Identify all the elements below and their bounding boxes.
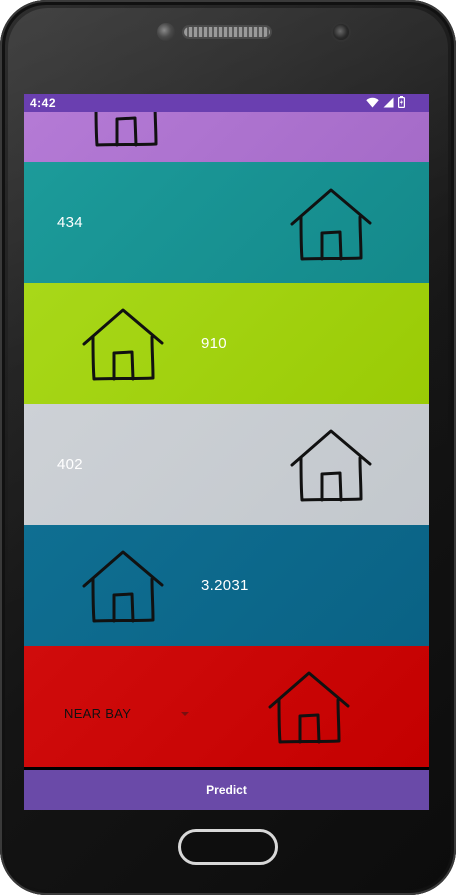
status-bar: 4:42 (24, 94, 429, 112)
battery-charging-icon (398, 96, 405, 108)
list-item: 434 (24, 162, 429, 283)
list-item: 402 (24, 404, 429, 525)
list-item: NEAR BAY (24, 646, 429, 767)
proximity-sensor (333, 24, 349, 40)
phone-screen: 4:42 434 910 402 3.2031 NEAR BAY Predict (24, 94, 429, 810)
list-item: 910 (24, 283, 429, 404)
scroll-inner: 434 910 402 3.2031 NEAR BAY (24, 112, 429, 767)
earpiece-speaker (184, 27, 270, 37)
value-text: 3.2031 (201, 577, 249, 594)
ocean-proximity-dropdown[interactable]: NEAR BAY (64, 703, 194, 725)
dropdown-selected-value: NEAR BAY (64, 706, 132, 721)
phone-frame: 4:42 434 910 402 3.2031 NEAR BAY Predict (0, 0, 456, 895)
home-button[interactable] (178, 829, 278, 865)
house-icon (81, 306, 165, 382)
list-item: 3.2031 (24, 525, 429, 646)
predict-button[interactable]: Predict (24, 770, 429, 810)
house-icon (267, 669, 351, 745)
scroll-content[interactable]: 434 910 402 3.2031 NEAR BAY (24, 112, 429, 770)
house-icon (289, 427, 373, 503)
front-camera (157, 23, 175, 41)
house-icon (289, 186, 373, 262)
cellular-signal-icon (383, 97, 394, 108)
value-text: 434 (57, 214, 83, 231)
wifi-icon (366, 97, 379, 108)
house-icon (81, 548, 165, 624)
house-icon (84, 112, 168, 148)
dropdown-caret-icon (181, 712, 189, 716)
value-text: 910 (201, 335, 227, 352)
status-time: 4:42 (30, 96, 57, 110)
value-text: 402 (57, 456, 83, 473)
list-item (24, 112, 429, 162)
status-icons (366, 96, 405, 108)
